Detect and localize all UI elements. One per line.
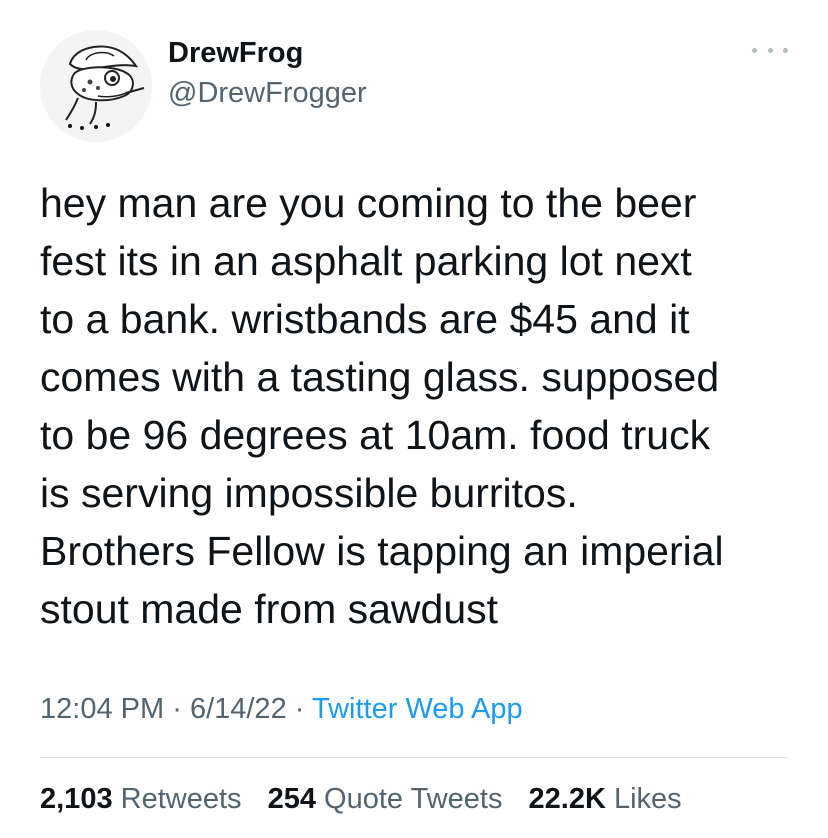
- more-dot: [752, 47, 757, 53]
- likes-label: Likes: [613, 783, 682, 815]
- user-handle[interactable]: @DrewFrogger: [168, 76, 367, 110]
- quotes-count: 254: [267, 783, 316, 815]
- tweet-date[interactable]: 6/14/22: [190, 693, 287, 725]
- likes-stat[interactable]: 22.2K Likes: [529, 783, 682, 815]
- tweet-text: hey man are you coming to the beer fest …: [40, 180, 724, 632]
- tweet-stats: 2,103 Retweets 254 Quote Tweets 22.2K Li…: [40, 780, 700, 818]
- meta-separator: ·: [294, 693, 305, 725]
- more-dot: [783, 47, 788, 53]
- tweet-meta: 12:04 PM · 6/14/22 · Twitter Web App: [40, 690, 523, 728]
- tweet: DrewFrog @DrewFrogger hey man are you co…: [0, 0, 828, 838]
- more-options-icon[interactable]: [752, 40, 788, 60]
- quotes-label: Quote Tweets: [324, 783, 503, 815]
- likes-count: 22.2K: [528, 783, 606, 815]
- quote-tweets-stat[interactable]: 254 Quote Tweets: [268, 783, 503, 815]
- more-dot: [767, 47, 773, 53]
- frog-avatar-icon: [40, 30, 152, 142]
- retweets-label: Retweets: [120, 783, 242, 815]
- user-info: DrewFrog @DrewFrogger: [168, 36, 367, 110]
- tweet-source-link[interactable]: Twitter Web App: [312, 693, 523, 725]
- tweet-time[interactable]: 12:04 PM: [40, 693, 164, 725]
- avatar[interactable]: [40, 30, 152, 142]
- divider: [40, 757, 788, 758]
- display-name[interactable]: DrewFrog: [168, 36, 367, 70]
- retweets-count: 2,103: [40, 783, 113, 815]
- meta-separator: ·: [172, 693, 182, 725]
- retweets-stat[interactable]: 2,103 Retweets: [40, 783, 242, 815]
